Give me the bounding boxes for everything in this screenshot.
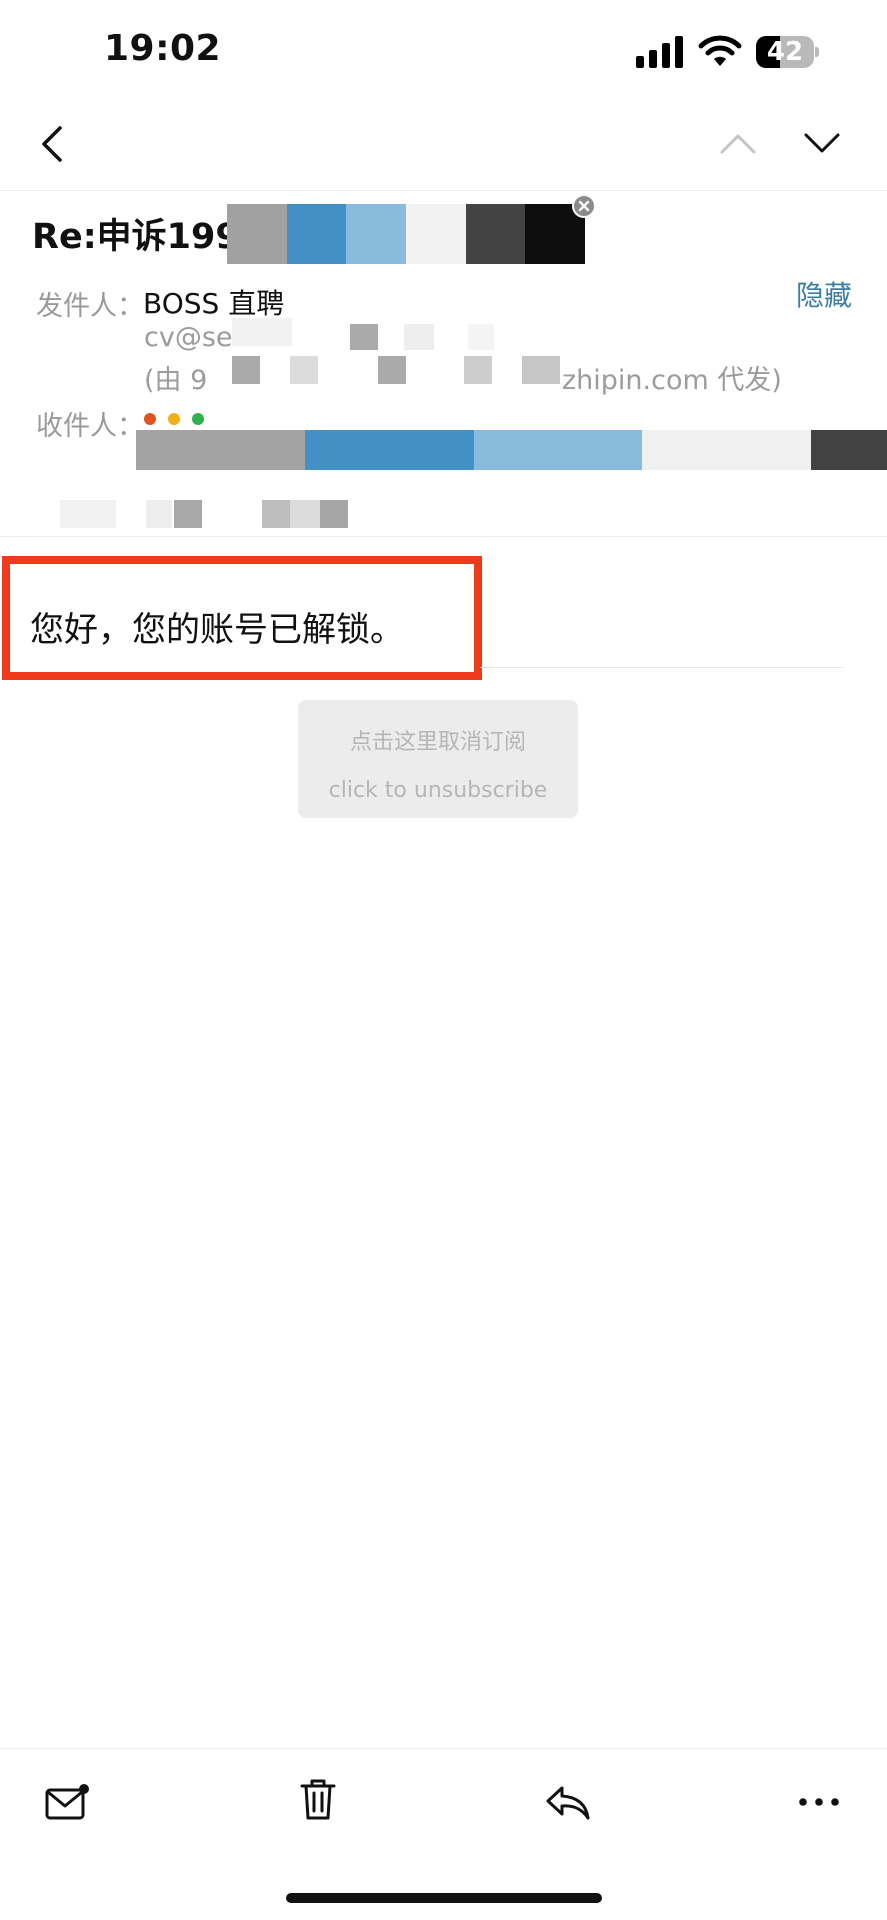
email-subject: Re:申诉199 [32,217,240,257]
battery-tip [815,47,819,57]
traffic-light-dots-icon [144,413,204,425]
redaction-block [320,500,348,528]
nav-divider [0,190,887,191]
body-divider [480,667,844,668]
cellular-signal-icon [636,36,683,68]
unsubscribe-label-cn: 点击这里取消订阅 [349,730,526,755]
sent-on-behalf-prefix: (由 9 [144,365,208,396]
redaction-block [290,356,318,384]
sender-email-partial: cv@se [144,322,233,353]
trash-icon[interactable] [298,1778,338,1822]
toolbar-divider [0,1748,887,1749]
mail-unread-icon[interactable] [44,1782,92,1822]
redaction-block [60,500,116,528]
redaction-block [232,318,292,346]
chevron-up-icon[interactable] [718,130,758,156]
from-label: 发件人： [36,291,144,322]
to-label: 收件人： [36,411,144,442]
redaction-block [378,356,406,384]
reply-icon[interactable] [544,1782,592,1822]
redaction-block [350,324,378,350]
more-horizontal-icon[interactable] [798,1796,840,1808]
header-divider [0,536,887,537]
redaction-block [146,500,172,528]
unsubscribe-label-en: click to unsubscribe [328,778,548,803]
redaction-block [522,356,560,384]
chevron-down-icon[interactable] [802,130,842,156]
redaction-bar [227,204,586,264]
battery-level: 42 [766,37,804,67]
close-icon[interactable] [572,194,596,218]
wifi-icon [698,35,742,66]
home-indicator [286,1893,602,1903]
email-body-text: 您好，您的账号已解锁。 [30,610,404,650]
chevron-left-icon[interactable] [38,124,66,164]
redaction-block [464,356,492,384]
sent-on-behalf-suffix: zhipin.com 代发) [562,365,782,396]
recipient-redaction-bar [136,430,887,470]
status-time: 19:02 [104,28,222,69]
redaction-block [232,356,260,384]
sender-name[interactable]: BOSS 直聘 [143,282,284,322]
redaction-block [174,500,202,528]
redaction-block [468,324,494,350]
unsubscribe-button[interactable]: 点击这里取消订阅 click to unsubscribe [298,700,578,818]
redaction-block [290,500,320,528]
hide-details-link[interactable]: 隐藏 [796,274,852,314]
redaction-block [262,500,290,528]
redaction-block [404,324,434,350]
battery-icon: 42 [756,36,814,68]
